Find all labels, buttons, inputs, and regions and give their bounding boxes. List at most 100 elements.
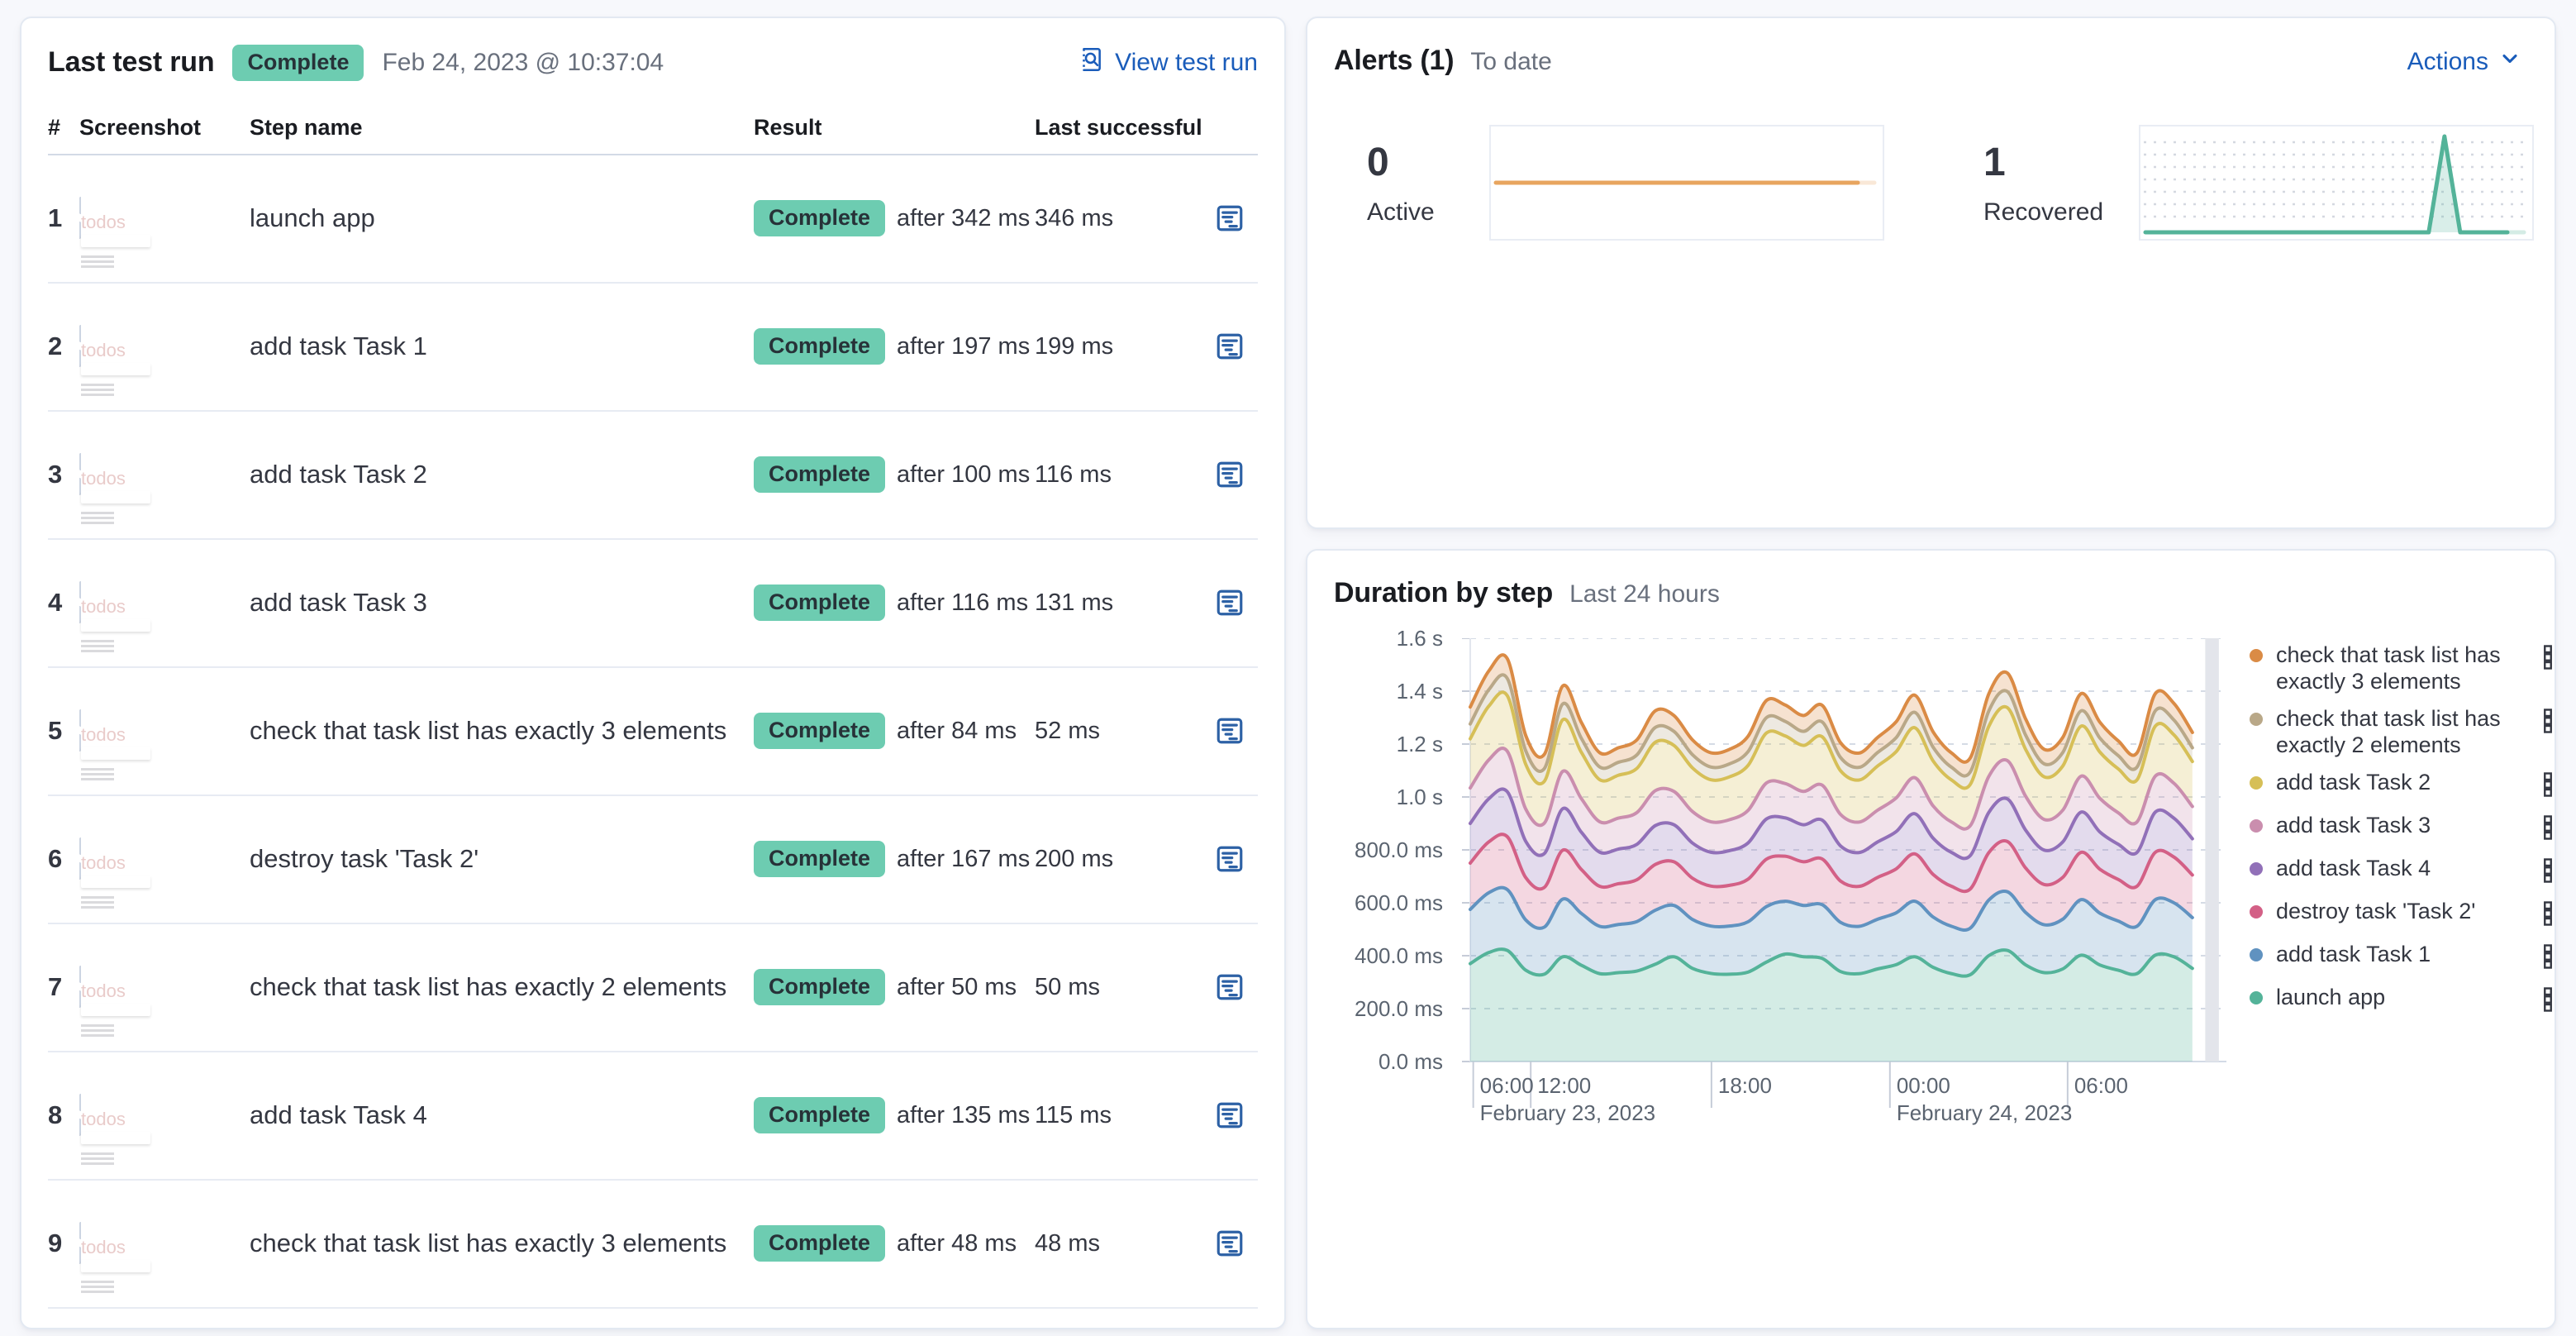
legend-series-dot [2250, 713, 2263, 726]
legend-item[interactable]: add task Task 2 [2250, 769, 2557, 801]
legend-series-dot [2250, 862, 2263, 876]
step-detail-button[interactable] [1208, 325, 1251, 368]
duration-by-step-chart[interactable]: 0.0 ms 200.0 ms 400.0 ms 600.0 ms 800.0 ms 1.… [1334, 626, 2552, 1209]
step-status-badge: Complete [754, 841, 886, 878]
step-number: 4 [48, 588, 63, 618]
alerts-header: Alerts (1) To date Actions [1307, 18, 2555, 77]
step-duration: after 197 ms [897, 332, 1031, 360]
legend-item[interactable]: add task Task 3 [2250, 812, 2557, 844]
legend-item-menu-icon[interactable] [2539, 645, 2557, 674]
active-alerts-count: 0 [1367, 140, 1389, 184]
step-name: launch app [250, 203, 375, 233]
step-status-badge: Complete [754, 200, 886, 237]
legend-series-label: add task Task 1 [2276, 942, 2431, 966]
legend-item-menu-icon[interactable] [2539, 772, 2557, 801]
step-detail-button[interactable] [1208, 453, 1251, 496]
recovered-alerts-stat: 1 Recovered [1983, 140, 2124, 227]
active-alerts-label: Active [1367, 198, 1435, 226]
table-row: 7 todos check that task list has exactly… [48, 924, 1258, 1052]
legend-item[interactable]: add task Task 4 [2250, 855, 2557, 887]
legend-item-menu-icon[interactable] [2539, 815, 2557, 844]
step-detail-button[interactable] [1208, 837, 1251, 880]
duration-by-step-panel: Duration by step Last 24 hours 0.0 ms 200… [1306, 549, 2556, 1329]
step-screenshot-thumbnail[interactable]: todos [79, 1094, 250, 1166]
step-duration: after 50 ms [897, 973, 1017, 1000]
table-row: 1 todos launch app Complete after 342 ms… [48, 155, 1258, 284]
step-detail-button[interactable] [1208, 1222, 1251, 1265]
step-last-successful: 50 ms [1035, 973, 1100, 1000]
legend-series-dot [2250, 991, 2263, 1004]
duration-header: Duration by step Last 24 hours [1307, 551, 2555, 609]
alerts-panel: Alerts (1) To date Actions 0 Active 1 Re… [1306, 17, 2556, 529]
legend-series-label: add task Task 3 [2276, 813, 2431, 837]
step-status-badge: Complete [754, 1097, 886, 1134]
step-name: add task Task 2 [250, 460, 427, 489]
step-number: 3 [48, 460, 63, 489]
legend-item[interactable]: launch app [2250, 984, 2557, 1016]
table-row: 6 todos destroy task 'Task 2' Complete a… [48, 796, 1258, 924]
step-detail-button[interactable] [1208, 581, 1251, 624]
step-detail-button[interactable] [1208, 966, 1251, 1009]
legend-series-label: add task Task 2 [2276, 770, 2431, 794]
step-screenshot-thumbnail[interactable]: todos [79, 709, 250, 781]
step-number: 6 [48, 844, 63, 874]
view-test-run-link[interactable]: View test run [1077, 45, 1258, 80]
step-detail-button[interactable] [1208, 709, 1251, 752]
legend-item[interactable]: check that task list has exactly 3 eleme… [2250, 642, 2557, 694]
step-last-successful: 200 ms [1035, 845, 1114, 872]
step-name: add task Task 1 [250, 332, 427, 361]
last-test-run-timestamp: Feb 24, 2023 @ 10:37:04 [382, 48, 664, 76]
legend-item[interactable]: add task Task 1 [2250, 941, 2557, 973]
legend-item-menu-icon[interactable] [2539, 901, 2557, 930]
table-row: 8 todos add task Task 4 Complete after 1… [48, 1052, 1258, 1181]
step-detail-button[interactable] [1208, 197, 1251, 240]
legend-item[interactable]: destroy task 'Task 2' [2250, 898, 2557, 930]
step-screenshot-thumbnail[interactable]: todos [79, 837, 250, 909]
legend-series-dot [2250, 948, 2263, 961]
recovered-alerts-count: 1 [1983, 140, 2006, 184]
active-alerts-stat: 0 Active [1367, 140, 1474, 227]
step-status-badge: Complete [754, 456, 886, 494]
step-number: 8 [48, 1100, 63, 1130]
step-last-successful: 52 ms [1035, 717, 1100, 744]
legend-item-menu-icon[interactable] [2539, 858, 2557, 887]
chevron-down-icon [2498, 47, 2521, 77]
legend-series-label: add task Task 4 [2276, 856, 2431, 880]
legend-item-menu-icon[interactable] [2539, 987, 2557, 1016]
alerts-actions-label: Actions [2407, 48, 2488, 75]
legend-item-menu-icon[interactable] [2539, 709, 2557, 737]
alerts-stats-row: 0 Active 1 Recovered [1307, 77, 2555, 241]
step-screenshot-thumbnail[interactable]: todos [79, 325, 250, 397]
step-number: 7 [48, 972, 63, 1002]
step-screenshot-thumbnail[interactable]: todos [79, 197, 250, 269]
chart-legend: check that task list has exactly 3 eleme… [2250, 642, 2557, 1027]
alerts-title: Alerts (1) [1334, 45, 1455, 76]
view-test-run-label: View test run [1115, 48, 1258, 76]
legend-item-menu-icon[interactable] [2539, 944, 2557, 973]
y-axis-tick-label: 0.0 ms [1378, 1049, 1443, 1074]
alerts-subtitle: To date [1470, 48, 1552, 75]
synthetics-overview-page: Last test run Complete Feb 24, 2023 @ 10… [0, 0, 2576, 1336]
table-row: 4 todos add task Task 3 Complete after 1… [48, 540, 1258, 668]
legend-series-label: launch app [2276, 985, 2386, 1009]
step-screenshot-thumbnail[interactable]: todos [79, 453, 250, 525]
col-screenshot: Screenshot [79, 115, 202, 141]
step-number: 1 [48, 203, 63, 233]
step-last-successful: 48 ms [1035, 1229, 1100, 1257]
y-axis-tick-label: 1.0 s [1396, 785, 1443, 809]
legend-series-dot [2250, 819, 2263, 833]
legend-series-label: check that task list has exactly 3 eleme… [2276, 642, 2501, 694]
table-header: # Screenshot Step name Result Last succe… [48, 103, 1258, 155]
step-screenshot-thumbnail[interactable]: todos [79, 966, 250, 1038]
legend-item[interactable]: check that task list has exactly 2 eleme… [2250, 705, 2557, 758]
recovered-alerts-sparkline [2139, 125, 2534, 241]
alerts-actions-button[interactable]: Actions [2407, 47, 2521, 77]
legend-series-dot [2250, 776, 2263, 790]
step-screenshot-thumbnail[interactable]: todos [79, 581, 250, 653]
table-row: 2 todos add task Task 1 Complete after 1… [48, 284, 1258, 412]
x-axis-tick-label: 00:00 February 24, 2023 [1896, 1073, 2073, 1125]
step-screenshot-thumbnail[interactable]: todos [79, 1222, 250, 1294]
table-row: 9 todos check that task list has exactly… [48, 1181, 1258, 1309]
step-detail-button[interactable] [1208, 1094, 1251, 1137]
step-duration: after 135 ms [897, 1101, 1031, 1128]
